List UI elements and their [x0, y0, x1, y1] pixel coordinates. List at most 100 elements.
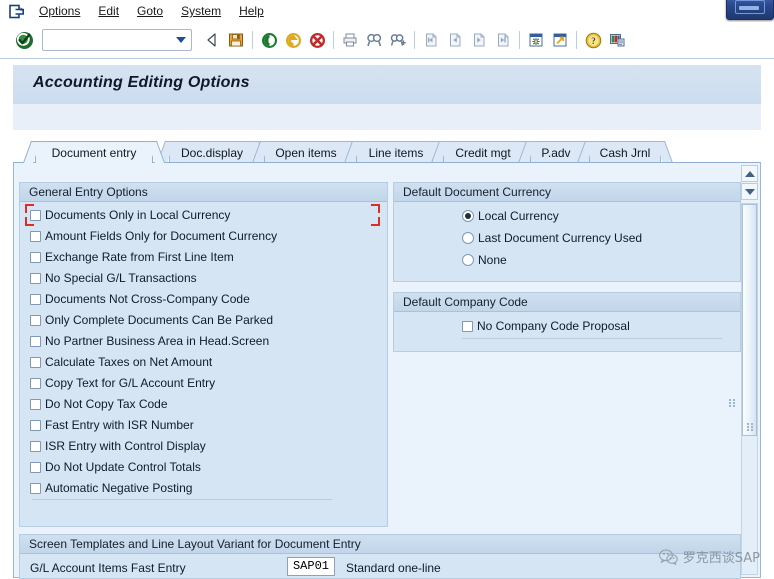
gl-fast-entry-variant-input[interactable]: SAP01 — [287, 557, 335, 576]
tab-p-adv[interactable]: P.adv — [517, 141, 595, 163]
menu-item-system[interactable]: System — [172, 2, 230, 20]
toolbar-buttons: ? — [200, 28, 629, 52]
checkbox-row[interactable]: Amount Fields Only for Document Currency — [30, 226, 277, 246]
checkbox-row[interactable]: No Partner Business Area in Head.Screen — [30, 331, 269, 351]
checkbox-row[interactable]: Do Not Copy Tax Code — [30, 394, 168, 414]
tab-credit-mgt[interactable]: Credit mgt — [430, 141, 536, 163]
checkbox-copy-text-gl-account-entry[interactable] — [30, 377, 41, 389]
group-underline — [462, 338, 722, 339]
command-field[interactable] — [42, 29, 192, 51]
next-page-icon[interactable] — [467, 28, 491, 52]
checkbox-row[interactable]: Documents Not Cross-Company Code — [30, 289, 250, 309]
checkbox-do-not-update-control-totals[interactable] — [30, 461, 41, 473]
checkbox-row[interactable]: Copy Text for G/L Account Entry — [30, 373, 215, 393]
back-icon[interactable] — [200, 28, 224, 52]
last-page-icon[interactable] — [491, 28, 515, 52]
tab-line-items[interactable]: Line items — [343, 141, 449, 163]
checkbox-row[interactable]: Fast Entry with ISR Number — [30, 415, 194, 435]
find-icon[interactable] — [362, 28, 386, 52]
first-page-icon[interactable] — [419, 28, 443, 52]
menu-edit-label: Edit — [98, 4, 120, 18]
radio-last-document-currency-used[interactable] — [462, 232, 474, 244]
radio-row[interactable]: Last Document Currency Used — [462, 228, 642, 248]
tab-line-items-label: Line items — [368, 145, 424, 160]
toolbar-separator — [252, 31, 253, 49]
checkbox-row[interactable]: Only Complete Documents Can Be Parked — [30, 310, 273, 330]
print-icon[interactable] — [338, 28, 362, 52]
logoff-arrow-icon[interactable] — [4, 1, 30, 21]
checkbox-row[interactable]: ISR Entry with Control Display — [30, 436, 206, 456]
cancel-icon[interactable] — [281, 28, 305, 52]
general-entry-options-title: General Entry Options — [20, 183, 387, 202]
checkbox-label: No Company Code Proposal — [477, 319, 630, 333]
menu-item-options[interactable]: Options — [30, 2, 89, 20]
checkbox-row[interactable]: Calculate Taxes on Net Amount — [30, 352, 212, 372]
stop-icon[interactable] — [305, 28, 329, 52]
checkbox-label: ISR Entry with Control Display — [45, 439, 206, 453]
tab-document-entry[interactable]: Document entry — [22, 141, 166, 163]
scrollbar-track[interactable] — [741, 203, 758, 575]
default-document-currency-body: Local Currency Last Document Currency Us… — [394, 202, 740, 281]
tab-cash-jrnl-label: Cash Jrnl — [599, 145, 651, 160]
checkbox-calculate-taxes-net-amount[interactable] — [30, 356, 41, 368]
radio-none[interactable] — [462, 254, 474, 266]
checkbox-exchange-rate-first-line-item[interactable] — [30, 251, 41, 263]
menu-help-label: Help — [239, 4, 264, 18]
checkbox-row[interactable]: Documents Only in Local Currency — [30, 205, 230, 225]
checkbox-no-company-code-proposal[interactable] — [462, 320, 473, 332]
menu-item-help[interactable]: Help — [230, 2, 273, 20]
checkbox-isr-entry-control-display[interactable] — [30, 440, 41, 452]
menu-options-label: Options — [39, 4, 81, 18]
checkbox-documents-only-local-currency[interactable] — [30, 209, 41, 221]
checkbox-label: Exchange Rate from First Line Item — [45, 250, 234, 264]
checkbox-row[interactable]: Automatic Negative Posting — [30, 478, 192, 498]
scroll-up-icon[interactable] — [741, 165, 758, 182]
green-check-enter-icon[interactable] — [10, 28, 38, 52]
checkbox-label: Fast Entry with ISR Number — [45, 418, 194, 432]
checkbox-row[interactable]: No Company Code Proposal — [462, 316, 630, 336]
toolbar: ? — [0, 22, 774, 59]
tab-content-pane: General Entry Options Documents Only in … — [13, 162, 761, 579]
minimize-button[interactable] — [726, 0, 774, 20]
checkbox-documents-not-cross-company-code[interactable] — [30, 293, 41, 305]
command-input[interactable] — [43, 31, 173, 49]
radio-row[interactable]: None — [462, 250, 507, 270]
checkbox-do-not-copy-tax-code[interactable] — [30, 398, 41, 410]
group-underline — [32, 499, 332, 500]
tab-doc-display[interactable]: Doc.display — [156, 141, 268, 163]
sap-gui-window: Options Edit Goto System Help ? Accounti… — [0, 0, 774, 579]
checkbox-no-special-gl-transactions[interactable] — [30, 272, 41, 284]
previous-page-icon[interactable] — [443, 28, 467, 52]
customize-layout-icon[interactable] — [605, 28, 629, 52]
checkbox-row[interactable]: Exchange Rate from First Line Item — [30, 247, 234, 267]
find-next-icon[interactable] — [386, 28, 410, 52]
checkbox-row[interactable]: No Special G/L Transactions — [30, 268, 197, 288]
checkbox-only-complete-documents-parked[interactable] — [30, 314, 41, 326]
vertical-scrollbar[interactable] — [741, 165, 758, 575]
menu-item-goto[interactable]: Goto — [128, 2, 172, 20]
checkbox-automatic-negative-posting[interactable] — [30, 482, 41, 494]
menu-item-edit[interactable]: Edit — [89, 2, 128, 20]
default-document-currency-group: Default Document Currency Local Currency… — [393, 182, 741, 282]
save-icon[interactable] — [224, 28, 248, 52]
checkbox-no-partner-business-area[interactable] — [30, 335, 41, 347]
checkbox-amount-fields-only-document-currency[interactable] — [30, 230, 41, 242]
toolbar-separator — [519, 31, 520, 49]
radio-row[interactable]: Local Currency — [462, 206, 559, 226]
exit-icon[interactable] — [257, 28, 281, 52]
create-shortcut-icon[interactable] — [548, 28, 572, 52]
tab-cash-jrnl[interactable]: Cash Jrnl — [576, 141, 674, 163]
create-session-icon[interactable] — [524, 28, 548, 52]
checkbox-fast-entry-isr-number[interactable] — [30, 419, 41, 431]
scroll-down-icon[interactable] — [741, 183, 758, 200]
splitter-grip[interactable] — [729, 399, 737, 408]
tab-open-items[interactable]: Open items — [251, 141, 361, 163]
tab-open-items-label: Open items — [275, 145, 337, 160]
help-icon[interactable]: ? — [581, 28, 605, 52]
checkbox-row[interactable]: Do Not Update Control Totals — [30, 457, 201, 477]
radio-local-currency[interactable] — [462, 210, 474, 222]
menu-system-label: System — [181, 4, 222, 18]
chevron-down-icon[interactable] — [176, 37, 186, 43]
scrollbar-thumb[interactable] — [742, 204, 757, 436]
checkbox-label: Documents Not Cross-Company Code — [45, 292, 250, 306]
